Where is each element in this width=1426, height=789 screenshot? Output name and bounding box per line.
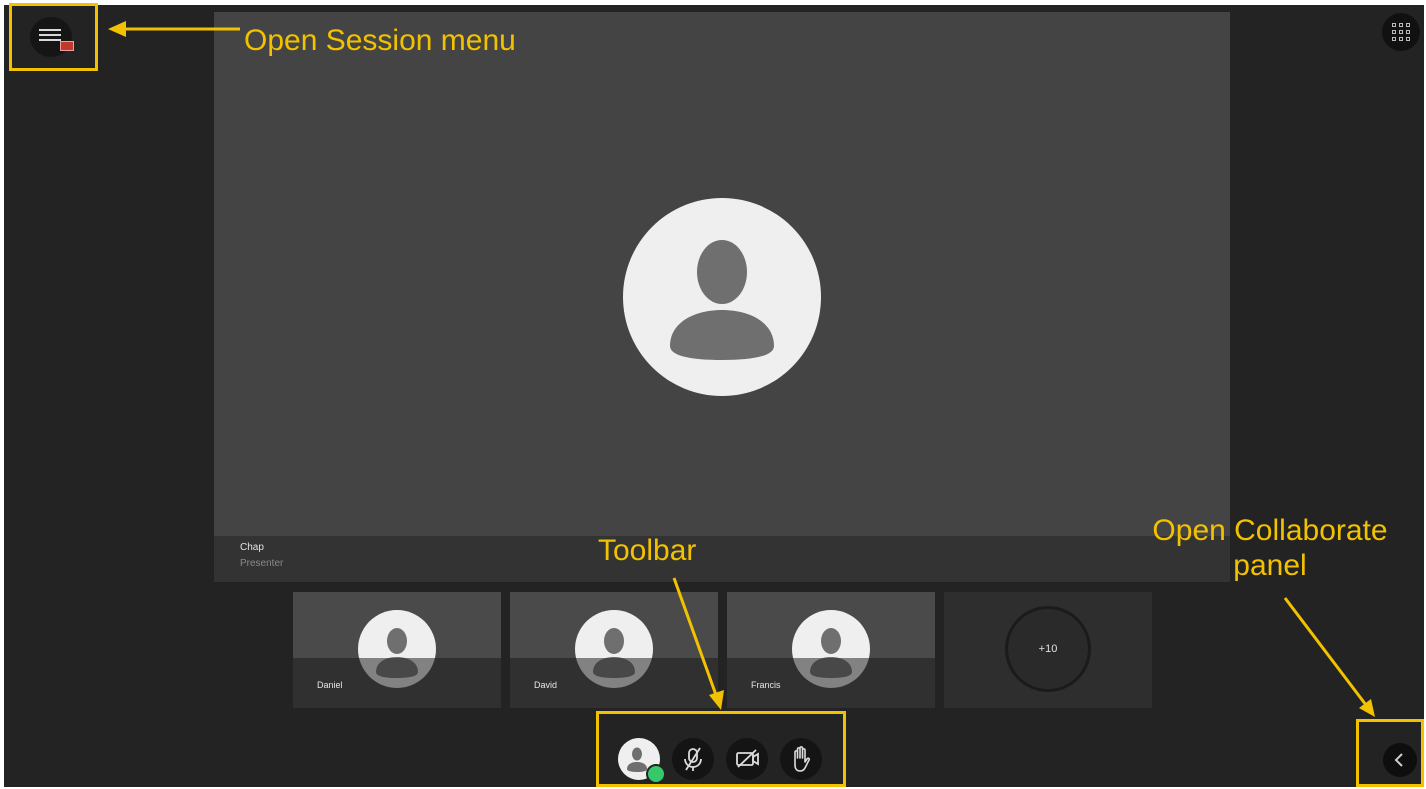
annotation-arrows	[108, 21, 1375, 717]
